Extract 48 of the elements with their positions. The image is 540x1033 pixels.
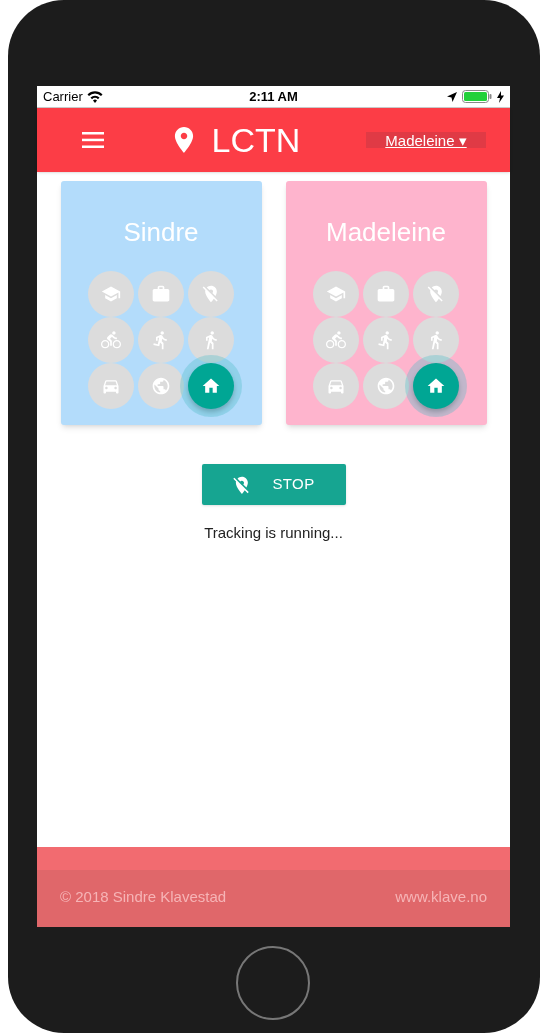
globe-icon <box>151 376 171 396</box>
status-message: Tracking is running... <box>204 523 343 543</box>
place-button[interactable] <box>313 271 359 317</box>
place-button[interactable] <box>138 363 184 409</box>
place-button[interactable] <box>88 271 134 317</box>
place-button[interactable] <box>188 317 234 363</box>
person-name: Sindre <box>123 219 199 245</box>
app-title: LCTN <box>211 123 301 157</box>
website-link[interactable]: www.klave.no <box>395 885 487 909</box>
place-button[interactable] <box>88 317 134 363</box>
place-button[interactable] <box>138 317 184 363</box>
home-icon <box>201 376 221 396</box>
place-button[interactable] <box>88 363 134 409</box>
home-button[interactable] <box>236 946 310 1020</box>
battery-icon <box>462 90 492 103</box>
place-button[interactable] <box>313 363 359 409</box>
graduation-cap-icon <box>326 284 346 304</box>
globe-icon <box>376 376 396 396</box>
place-button[interactable] <box>413 363 459 409</box>
place-button[interactable] <box>363 271 409 317</box>
graduation-cap-icon <box>101 284 121 304</box>
place-button[interactable] <box>413 317 459 363</box>
place-button[interactable] <box>313 317 359 363</box>
menu-icon[interactable] <box>82 132 104 148</box>
briefcase-icon <box>151 284 171 304</box>
wifi-icon <box>86 90 103 103</box>
charging-icon <box>497 90 504 103</box>
location-pin-icon <box>173 127 194 153</box>
place-button[interactable] <box>188 363 234 409</box>
place-button[interactable] <box>138 271 184 317</box>
cyclist-icon <box>101 330 121 350</box>
carrier-name: Carrier <box>43 87 83 106</box>
stop-button[interactable]: STOP <box>201 464 346 505</box>
location-off-icon <box>426 284 446 304</box>
home-icon <box>426 376 446 396</box>
place-button[interactable] <box>363 317 409 363</box>
cyclist-icon <box>326 330 346 350</box>
location-arrow-icon <box>447 91 457 102</box>
place-button[interactable] <box>363 363 409 409</box>
place-button[interactable] <box>413 271 459 317</box>
clock-time: 2:11 AM <box>249 87 298 106</box>
place-button[interactable] <box>188 271 234 317</box>
user-dropdown[interactable]: Madeleine ▾ <box>366 132 486 148</box>
location-off-icon <box>201 284 221 304</box>
location-off-icon <box>232 475 251 494</box>
copyright-text: © 2018 Sindre Klavestad <box>60 886 227 907</box>
person-name: Madeleine <box>326 219 446 245</box>
briefcase-icon <box>376 284 396 304</box>
